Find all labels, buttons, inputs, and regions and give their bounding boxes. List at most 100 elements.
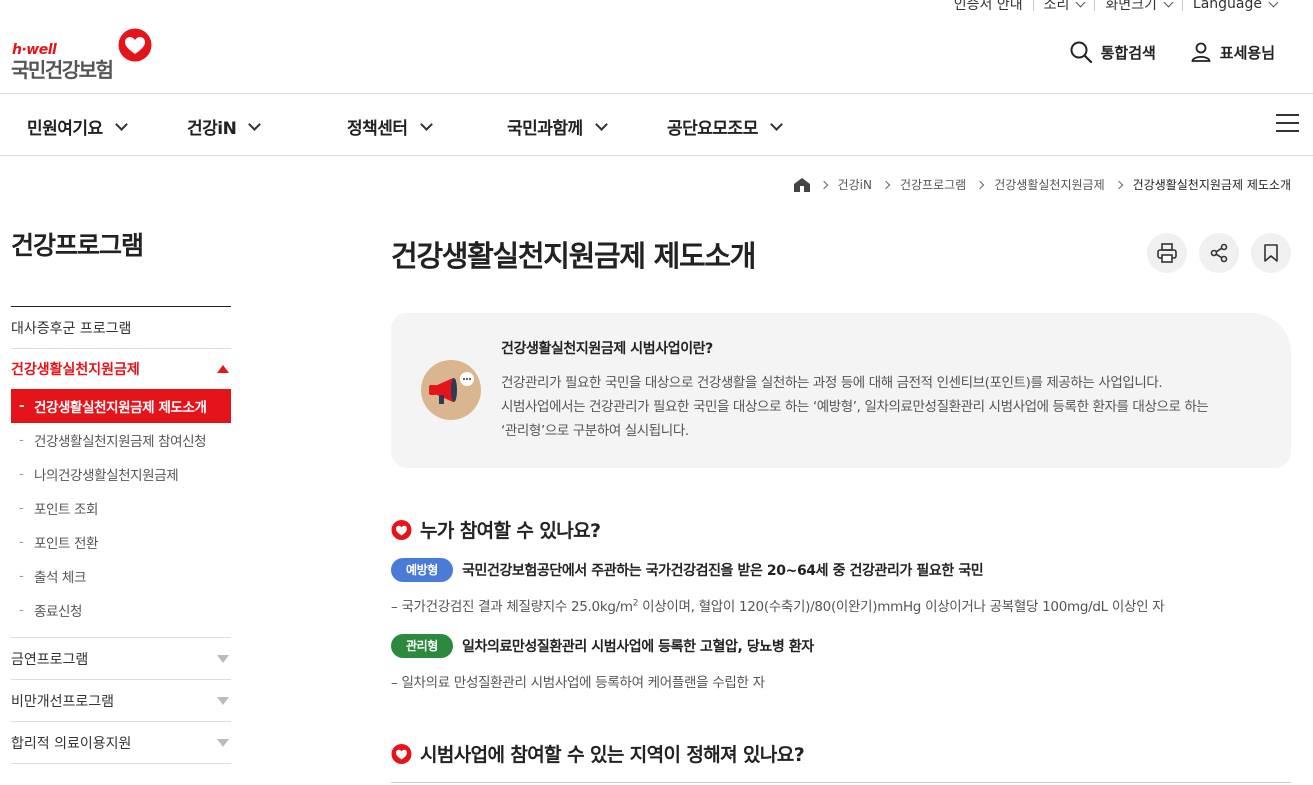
submenu-label: 출석 체크 [34,570,86,586]
sidebar: 건강프로그램 대사증후군 프로그램 건강생활실천지원금제 - 건강생활실천지원금제… [11,226,231,764]
sidebar-title: 건강프로그램 [11,226,231,307]
search-label: 통합검색 [1100,43,1156,62]
user-menu-button[interactable]: 표세용님 [1190,40,1275,64]
sidebar-item-label: 대사증후군 프로그램 [11,320,132,337]
share-icon [1210,243,1228,263]
manage-text: 일차의료만성질환관리 시범사업에 등록한 고혈압, 당뇨병 환자 [462,639,814,655]
language-label: Language [1192,0,1262,12]
screen-size-label: 화면크기 [1105,0,1157,13]
eligibility-manage: 관리형 일차의료만성질환관리 시범사업에 등록한 고혈압, 당뇨병 환자 [391,634,814,658]
intro-line: ‘관리형’으로 구분하여 실시됩니다. [501,423,689,439]
section-heading-who: 누가 참여할 수 있나요? [391,516,601,543]
utility-bar: 인증서 안내 소리 화면크기 Language [944,0,1287,14]
gnb-label: 공단요모조모 [667,119,758,139]
language-dropdown[interactable]: Language [1183,0,1287,12]
page-title: 건강생활실천지원금제 제도소개 [391,239,756,273]
sound-dropdown[interactable]: 소리 [1034,0,1095,14]
gnb-label: 민원여기요 [27,119,103,139]
chevron-right-icon [881,180,891,189]
sidebar-item-label: 금연프로그램 [11,651,89,668]
print-icon [1157,243,1177,263]
integrated-search-button[interactable]: 통합검색 [1069,40,1156,64]
intro-box: 건강생활실천지원금제 시범사업이란? 건강관리가 필요한 국민을 대상으로 건강… [391,313,1291,468]
gnb-item-corp[interactable]: 공단요모조모 [667,114,783,139]
site-logo[interactable]: h·well 국민건강보험 [11,28,161,82]
triangle-down-icon [217,696,229,705]
chevron-down-icon [419,117,433,131]
breadcrumb: 건강iN 건강프로그램 건강생활실천지원금제 건강생활실천지원금제 제도소개 [793,176,1291,193]
main-navigation: 민원여기요 건강iN 정책센터 국민과함께 공단요모조모 [0,93,1313,156]
heart-bullet-icon [391,743,412,764]
logo-name-text: 국민건강보험 [11,58,114,82]
gnb-label: 국민과함께 [507,119,583,139]
triangle-up-icon [217,365,229,373]
breadcrumb-item[interactable]: 건강프로그램 [900,176,966,193]
chevron-down-icon [114,117,128,131]
submenu-item-attendance[interactable]: - 출석 체크 [11,559,231,593]
submenu-item-point-convert[interactable]: - 포인트 전환 [11,525,231,559]
submenu-item-point-query[interactable]: - 포인트 조회 [11,491,231,525]
chevron-down-icon [248,117,262,131]
intro-question: 건강생활실천지원금제 시범사업이란? [501,341,713,357]
cert-link[interactable]: 인증서 안내 [944,0,1033,14]
intro-line: 건강관리가 필요한 국민을 대상으로 건강생활을 실천하는 과정 등에 대해 금… [501,375,1163,391]
sidebar-item-health-support[interactable]: 건강생활실천지원금제 [11,349,231,389]
section-title: 누가 참여할 수 있나요? [420,520,601,542]
share-button[interactable] [1199,233,1239,273]
prevent-badge: 예방형 [391,558,453,582]
sidebar-submenu: - 건강생활실천지원금제 제도소개 - 건강생활실천지원금제 참여신청 - 나의건강생… [11,389,231,638]
manage-badge: 관리형 [391,634,453,658]
search-icon [1070,41,1092,64]
chevron-down-icon [1268,0,1279,7]
chevron-right-icon [975,180,985,189]
hamburger-menu-icon[interactable] [1276,114,1299,132]
cert-label: 인증서 안내 [953,0,1023,13]
chevron-down-icon [769,117,783,131]
megaphone-icon [421,360,481,420]
submenu-label: 포인트 전환 [34,536,98,552]
sidebar-item-smoking[interactable]: 금연프로그램 [11,638,231,680]
submenu-label: 포인트 조회 [34,502,98,518]
triangle-down-icon [217,654,229,663]
divider [391,782,1291,783]
sidebar-item-obesity[interactable]: 비만개선프로그램 [11,680,231,722]
gnb-item-civil[interactable]: 민원여기요 [27,114,128,139]
sidebar-item-medical-use[interactable]: 합리적 의료이용지원 [11,722,231,764]
submenu-item-mine[interactable]: - 나의건강생활실천지원금제 [11,457,231,491]
breadcrumb-item[interactable]: 건강iN [838,176,872,193]
sidebar-item-label: 건강생활실천지원금제 [11,362,140,378]
chevron-right-icon [819,180,828,189]
submenu-label: 나의건강생활실천지원금제 [34,468,179,484]
section-heading-region: 시범사업에 참여할 수 있는 지역이 정해져 있나요? [391,740,805,767]
gnb-item-policy[interactable]: 정책센터 [347,114,433,139]
submenu-label: 건강생활실천지원금제 제도소개 [34,400,207,416]
bookmark-button[interactable] [1251,233,1291,273]
submenu-item-intro[interactable]: - 건강생활실천지원금제 제도소개 [11,389,231,423]
chevron-right-icon [1114,180,1123,189]
prevent-text: 국민건강보험공단에서 주관하는 국가건강검진을 받은 20~64세 중 건강관리… [462,563,984,579]
heart-logo-icon [118,28,152,62]
sidebar-item-label: 비만개선프로그램 [11,693,115,710]
sidebar-item-label: 합리적 의료이용지원 [11,735,132,752]
intro-line: 시범사업에서는 건강관리가 필요한 국민을 대상으로 하는 ‘예방형’, 일차의… [501,399,1209,415]
submenu-item-termination[interactable]: - 종료신청 [11,593,231,627]
page-tools [1147,233,1291,273]
intro-paragraph: 건강관리가 필요한 국민을 대상으로 건강생활을 실천하는 과정 등에 대해 금… [501,371,1209,443]
eligibility-prevent: 예방형 국민건강보험공단에서 주관하는 국가건강검진을 받은 20~64세 중 … [391,558,984,582]
sidebar-item-metabolic[interactable]: 대사증후군 프로그램 [11,307,231,349]
screen-size-dropdown[interactable]: 화면크기 [1095,0,1182,14]
gnb-label: 건강iN [187,119,237,139]
print-button[interactable] [1147,233,1187,273]
gnb-item-health[interactable]: 건강iN [187,114,262,139]
sound-label: 소리 [1043,0,1070,13]
gnb-label: 정책센터 [347,119,408,139]
submenu-item-apply[interactable]: - 건강생활실천지원금제 참여신청 [11,423,231,457]
bookmark-icon [1264,244,1278,262]
user-name: 표세용님 [1219,43,1275,62]
gnb-item-together[interactable]: 국민과함께 [507,114,608,139]
heart-bullet-icon [391,519,412,540]
section-title: 시범사업에 참여할 수 있는 지역이 정해져 있나요? [420,744,805,766]
home-icon[interactable] [793,177,810,192]
user-icon [1191,42,1211,62]
breadcrumb-item[interactable]: 건강생활실천지원금제 [994,176,1104,193]
